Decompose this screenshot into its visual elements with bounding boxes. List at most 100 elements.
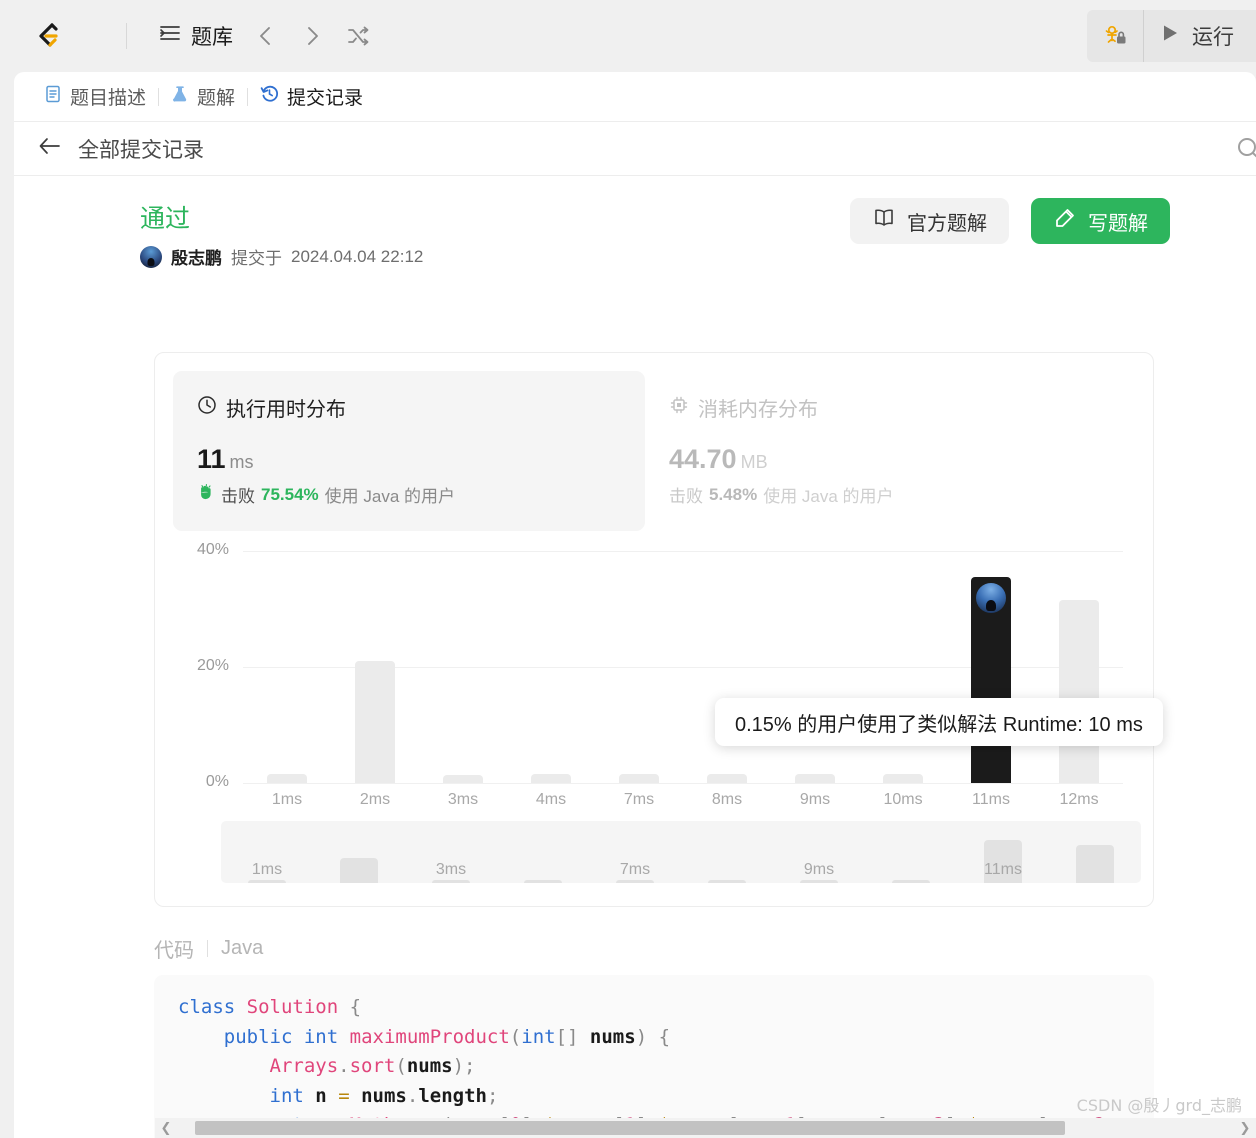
runtime-beat-tail: 使用 Java 的用户 <box>324 487 456 506</box>
chart-gridline <box>243 783 1123 784</box>
code-label: 代码 <box>154 940 194 962</box>
arrow-left-icon[interactable] <box>38 136 62 161</box>
memory-beat-percent: 5.48% <box>709 484 758 504</box>
runtime-beat-percent: 75.54% <box>261 484 319 504</box>
chart-x-tick: 11ms <box>972 791 1010 808</box>
runtime-beat-row: 击败 75.54% 使用 Java 的用户 <box>197 482 623 507</box>
chart-plot-area <box>243 551 1123 783</box>
chart-bar[interactable] <box>707 774 747 783</box>
history-icon <box>260 84 279 109</box>
scrollbar-track[interactable] <box>177 1121 1234 1135</box>
runtime-beat-label: 击败 <box>221 487 255 506</box>
minimap-bar[interactable] <box>708 880 746 883</box>
chart-x-tick: 3ms <box>447 791 479 808</box>
chart-y-tick: 40% <box>196 541 229 558</box>
breadcrumb-label[interactable]: 全部提交记录 <box>78 134 204 164</box>
chart-bar[interactable] <box>619 774 659 783</box>
chart-bar[interactable] <box>971 577 1011 783</box>
search-icon[interactable] <box>1236 136 1256 167</box>
minimap-bar[interactable] <box>1076 845 1114 883</box>
minimap-label: 9ms <box>803 861 835 878</box>
chart-tooltip: 0.15% 的用户使用了类似解法 Runtime: 10 ms <box>715 698 1163 746</box>
runtime-metric[interactable]: 执行用时分布 11 ms 击败 75.54% 使用 Java 的用户 <box>173 371 645 531</box>
minimap-bar[interactable] <box>432 880 470 883</box>
chevron-left-icon[interactable] <box>243 16 289 56</box>
chart-bar[interactable] <box>355 661 395 783</box>
chart-x-tick: 12ms <box>1059 791 1099 808</box>
minimap-bar[interactable] <box>248 880 286 883</box>
chart-x-tick: 4ms <box>535 791 567 808</box>
runtime-value-row: 11 ms <box>197 444 623 475</box>
minimap-bar[interactable] <box>340 857 378 883</box>
memory-metric-title: 消耗内存分布 <box>698 399 818 421</box>
submitted-prefix: 提交于 <box>231 249 282 269</box>
problems-nav-button[interactable]: 题库 <box>149 15 243 57</box>
submitter-row: 殷志鹏 提交于 2024.04.04 22:12 <box>140 244 1256 269</box>
chart-bar[interactable] <box>795 773 835 783</box>
topbar-actions: 运行 <box>1087 10 1256 62</box>
tab-description[interactable]: 题目描述 <box>32 83 158 110</box>
code-header-divider <box>207 940 208 957</box>
submitted-timestamp: 2024.04.04 22:12 <box>291 246 424 266</box>
chart-bar[interactable] <box>883 773 923 783</box>
memory-beat-label: 击败 <box>669 487 703 506</box>
chevron-right-icon[interactable]: ❯ <box>1234 1120 1256 1136</box>
minimap-label: 11ms <box>984 861 1022 878</box>
run-button-label: 运行 <box>1192 26 1234 49</box>
minimap-bar[interactable] <box>616 880 654 883</box>
stats-card: 执行用时分布 11 ms 击败 75.54% 使用 Java 的用户 消耗内存分… <box>154 352 1163 907</box>
chart-bar[interactable] <box>267 773 307 783</box>
chart-x-axis: 1ms 2ms 3ms 4ms 7ms 8ms 9ms 10ms 11ms 12ms <box>243 791 1123 817</box>
chart-bar[interactable] <box>531 773 571 783</box>
run-button[interactable]: 运行 <box>1144 10 1256 62</box>
tab-description-label: 题目描述 <box>70 88 147 109</box>
scrollbar-thumb[interactable] <box>195 1121 1065 1135</box>
runtime-metric-title-row: 执行用时分布 <box>197 393 623 422</box>
memory-beat-tail: 使用 Java 的用户 <box>763 487 894 506</box>
chevron-left-icon[interactable]: ❮ <box>155 1120 177 1136</box>
memory-value: 44.70 <box>669 444 737 474</box>
breadcrumb: 全部提交记录 <box>14 122 1256 176</box>
chart-y-tick: 20% <box>196 657 229 674</box>
csdn-watermark: CSDN @殷丿grd_志鹏 <box>1076 1096 1242 1115</box>
chart-x-tick: 10ms <box>883 791 923 808</box>
chart-bar-avatar <box>976 583 1006 614</box>
shuffle-icon[interactable] <box>335 16 381 56</box>
leetcode-logo-icon[interactable] <box>30 18 66 54</box>
minimap-label: 1ms <box>251 861 283 878</box>
chart-x-tick: 2ms <box>359 791 391 808</box>
code-horizontal-scrollbar[interactable]: ❮ ❯ <box>155 1118 1256 1138</box>
pencil-icon <box>1053 206 1077 236</box>
chart-x-tick: 1ms <box>271 791 303 808</box>
chart-bar[interactable] <box>1059 600 1099 783</box>
debug-lock-icon[interactable] <box>1087 10 1143 62</box>
chevron-right-icon[interactable] <box>289 16 335 56</box>
chart-bar[interactable] <box>443 774 483 783</box>
chip-icon <box>669 395 689 421</box>
code-block[interactable]: class Solution { public int maximumProdu… <box>154 975 1154 1138</box>
hand-wave-icon <box>197 483 215 506</box>
chart-minimap[interactable]: 1ms 3ms 7ms 9ms 11ms <box>221 821 1141 883</box>
official-solution-button[interactable]: 官方题解 <box>850 198 1009 244</box>
minimap-bar[interactable] <box>892 880 930 883</box>
tab-submissions-label: 提交记录 <box>287 88 364 109</box>
write-solution-button[interactable]: 写题解 <box>1031 198 1170 244</box>
metrics-row: 执行用时分布 11 ms 击败 75.54% 使用 Java 的用户 消耗内存分… <box>155 353 1153 531</box>
minimap-label: 7ms <box>619 861 651 878</box>
top-bar: 题库 运行 <box>0 0 1256 72</box>
official-solution-label: 官方题解 <box>907 212 987 235</box>
memory-metric[interactable]: 消耗内存分布 44.70 MB 击败 5.48% 使用 Java 的用户 <box>645 371 1117 531</box>
page-root: 题库 运行 题目描述 题解 提交记录 全部提交记录 通过 殷志鹏 提交于 202… <box>0 0 1256 1138</box>
submitter-name[interactable]: 殷志鹏 <box>171 244 222 269</box>
problems-nav-label: 题库 <box>191 26 233 49</box>
chart-y-tick: 0% <box>205 773 229 790</box>
tab-solutions[interactable]: 题解 <box>159 83 247 110</box>
minimap-bar[interactable] <box>800 880 838 883</box>
memory-metric-title-row: 消耗内存分布 <box>669 393 1095 422</box>
submission-actions: 官方题解 写题解 <box>850 198 1170 244</box>
minimap-bar[interactable] <box>524 880 562 883</box>
chart-x-tick: 8ms <box>711 791 743 808</box>
tab-submissions[interactable]: 提交记录 <box>248 83 375 110</box>
tab-bar: 题目描述 题解 提交记录 <box>14 72 1256 122</box>
memory-value-row: 44.70 MB <box>669 444 1095 475</box>
